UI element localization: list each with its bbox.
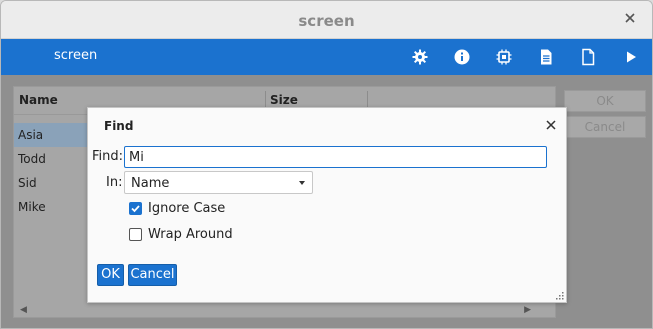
- scroll-left-icon[interactable]: ◀: [20, 305, 27, 315]
- horizontal-scrollbar[interactable]: ◀ ▶: [14, 303, 555, 317]
- toolbar-title: screen: [54, 48, 98, 63]
- close-icon[interactable]: [544, 118, 558, 132]
- ok-button-background[interactable]: OK: [564, 90, 646, 112]
- chip-icon[interactable]: [495, 48, 513, 66]
- dropdown-arrow-icon: [299, 181, 305, 185]
- ignore-case-label[interactable]: Ignore Case: [148, 201, 225, 216]
- column-header-name[interactable]: Name: [19, 93, 58, 107]
- wrap-around-label[interactable]: Wrap Around: [148, 227, 233, 242]
- close-icon[interactable]: [622, 10, 638, 26]
- column-header-size[interactable]: Size: [270, 93, 298, 107]
- title-bar: screen: [1, 1, 652, 39]
- row-name-cell: Sid: [18, 176, 37, 190]
- search-in-select[interactable]: Name: [124, 171, 313, 194]
- find-dialog: Find Find: In: Name Ignore Case Wrap Aro…: [87, 107, 567, 303]
- file-icon[interactable]: [579, 48, 597, 66]
- cancel-button[interactable]: Cancel: [128, 264, 177, 286]
- resize-grip-icon[interactable]: [556, 292, 564, 300]
- dialog-title: Find: [104, 119, 134, 133]
- row-name-cell: Todd: [18, 152, 46, 166]
- in-label: In:: [106, 175, 123, 190]
- document-icon[interactable]: [537, 48, 555, 66]
- cancel-button-background[interactable]: Cancel: [564, 116, 646, 138]
- find-label: Find:: [92, 149, 124, 164]
- scroll-right-icon[interactable]: ▶: [524, 305, 531, 315]
- find-input[interactable]: [124, 146, 547, 168]
- wrap-around-checkbox[interactable]: [129, 228, 142, 241]
- play-icon[interactable]: [622, 48, 640, 66]
- select-value: Name: [131, 176, 170, 191]
- checkmark-icon: [131, 205, 140, 213]
- ignore-case-checkbox[interactable]: [129, 202, 142, 215]
- row-name-cell: Mike: [18, 200, 46, 214]
- info-icon[interactable]: [453, 48, 471, 66]
- ok-button[interactable]: OK: [97, 264, 124, 286]
- gear-icon[interactable]: [411, 48, 429, 66]
- row-name-cell: Asia: [18, 128, 44, 142]
- app-window: screen screen Name Size Asia Todd Sid Mi…: [0, 0, 653, 329]
- window-title: screen: [298, 12, 355, 30]
- toolbar: screen: [1, 39, 652, 75]
